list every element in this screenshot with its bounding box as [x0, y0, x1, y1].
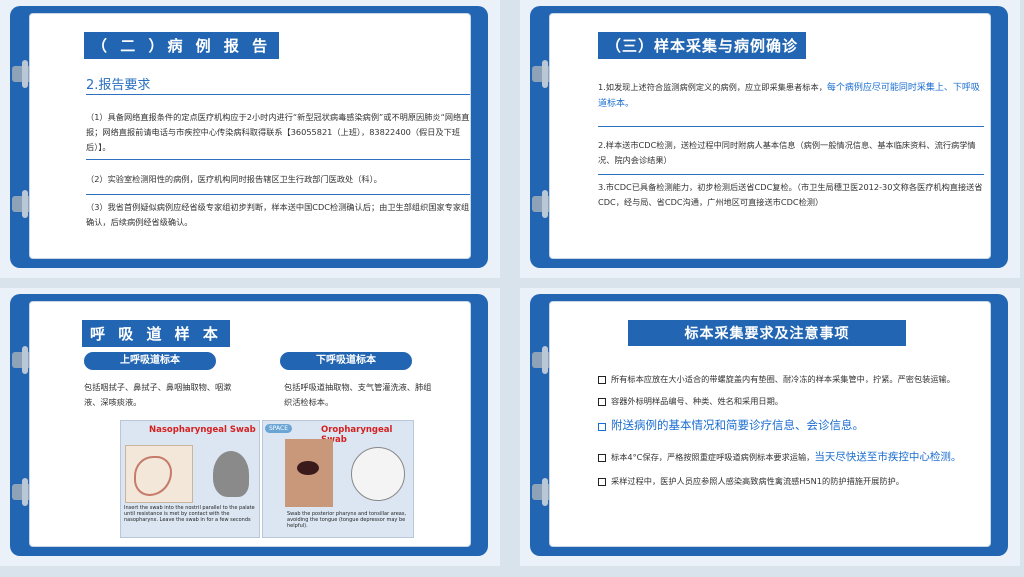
slide-paper: （三）样本采集与病例确诊 1.如发现上述符合监测病例定义的病例，应立即采集患者标… [550, 14, 990, 258]
bullet-2: 容器外标明样品编号、种类、姓名和采用日期。 [598, 394, 988, 408]
lower-respiratory-text: 包括呼吸道抽取物、支气管灌洗液、肺组织活检标本。 [284, 382, 432, 407]
slide-title: 呼 吸 道 样 本 [82, 320, 230, 347]
bullet-2-text: 容器外标明样品编号、种类、姓名和采用日期。 [611, 396, 783, 406]
anatomy-illustration [125, 445, 193, 503]
nasopharyngeal-swab-image: Nasopharyngeal Swab Insert the swab into… [120, 420, 260, 538]
paragraph-3: （3）我省首例疑似病例应经省级专家组初步判断，样本送中国CDC检测确认后；由卫生… [86, 202, 470, 227]
bullet-1: 所有标本应放在大小适合的带螺旋盖内有垫圈、耐冷冻的样本采集管中，拧紧。严密包装运… [598, 372, 988, 386]
slide-3[interactable]: 呼 吸 道 样 本 上呼吸道标本 下呼吸道标本 包括咽拭子、鼻拭子、鼻咽抽取物、… [0, 288, 500, 566]
bullet-4: 标本4°C保存，严格按照重症呼吸道病例标本要求运输，当天尽快送至市疾控中心检测。 [598, 450, 990, 464]
divider [86, 194, 470, 195]
paragraph-2: 2.样本送市CDC检测，送检过程中同时附病人基本信息（病例一般情况信息、基本临床… [598, 140, 976, 165]
bullet-5: 采样过程中，医护人员应参照人感染高致病性禽流感H5N1的防护措施开展防护。 [598, 474, 988, 488]
paragraph-1: （1）具备网络直报条件的定点医疗机构应于2小时内进行“新型冠状病毒感染病例”或不… [86, 112, 470, 152]
slide-2[interactable]: （三）样本采集与病例确诊 1.如发现上述符合监测病例定义的病例，应立即采集患者标… [520, 0, 1020, 278]
slide-1[interactable]: （ 二 ）病 例 报 告 2.报告要求 （1）具备网络直报条件的定点医疗机构应于… [0, 0, 500, 278]
image-badge: SPACE [265, 424, 293, 433]
oropharyngeal-swab-image: SPACE Oropharyngeal Swab Swab the poster… [262, 420, 414, 538]
face-photo [285, 439, 333, 507]
slide-paper: 标本采集要求及注意事项 所有标本应放在大小适合的带螺旋盖内有垫圈、耐冷冻的样本采… [550, 302, 990, 546]
slide-title: 标本采集要求及注意事项 [628, 320, 906, 346]
slide-paper: 呼 吸 道 样 本 上呼吸道标本 下呼吸道标本 包括咽拭子、鼻拭子、鼻咽抽取物、… [30, 302, 470, 546]
bullet-3-text: 附送病例的基本情况和简要诊疗信息、会诊信息。 [611, 418, 864, 432]
section-heading: 2.报告要求 [86, 78, 151, 93]
slide-title: （ 二 ）病 例 报 告 [84, 32, 280, 59]
image-title: Oropharyngeal Swab [321, 425, 393, 445]
image-title: Nasopharyngeal Swab [149, 425, 256, 435]
image-caption: Insert the swab into the nostril paralle… [124, 505, 255, 523]
upper-respiratory-label: 上呼吸道标本 [84, 352, 216, 370]
throat-diagram [351, 447, 405, 501]
paragraph-3: 3.市CDC已具备检测能力，初步检测后送省CDC复检。（市卫生局穗卫医2012-… [598, 182, 983, 207]
paragraph-2: （2）实验室检测阳性的病例，医疗机构同时报告辖区卫生行政部门医政处（科）。 [86, 174, 382, 184]
slide-paper: （ 二 ）病 例 报 告 2.报告要求 （1）具备网络直报条件的定点医疗机构应于… [30, 14, 470, 258]
bullet-5-text: 采样过程中，医护人员应参照人感染高致病性禽流感H5N1的防护措施开展防护。 [611, 476, 904, 486]
upper-respiratory-text: 包括咽拭子、鼻拭子、鼻咽抽取物、咽漱液、深咳痰液。 [84, 382, 232, 407]
head-silhouette [213, 451, 249, 497]
image-caption: Swab the posterior pharynx and tonsillar… [287, 511, 407, 529]
paragraph-1: 1.如发现上述符合监测病例定义的病例，应立即采集患者标本，每个病例应尽可能同时采… [598, 80, 984, 112]
slide-title: （三）样本采集与病例确诊 [598, 32, 807, 59]
divider [598, 126, 984, 127]
divider [86, 159, 470, 160]
bullet-4-highlight: 当天尽快送至市疾控中心检测。 [814, 451, 962, 463]
divider [86, 94, 470, 95]
paragraph-1-text: 1.如发现上述符合监测病例定义的病例，应立即采集患者标本， [598, 82, 827, 92]
bullet-4-text: 标本4°C保存，严格按照重症呼吸道病例标本要求运输， [611, 452, 815, 462]
slide-4[interactable]: 标本采集要求及注意事项 所有标本应放在大小适合的带螺旋盖内有垫圈、耐冷冻的样本采… [520, 288, 1020, 566]
divider [598, 174, 984, 175]
bullet-3: 附送病例的基本情况和简要诊疗信息、会诊信息。 [598, 418, 988, 433]
lower-respiratory-label: 下呼吸道标本 [280, 352, 412, 370]
bullet-1-text: 所有标本应放在大小适合的带螺旋盖内有垫圈、耐冷冻的样本采集管中，拧紧。严密包装运… [611, 374, 955, 384]
